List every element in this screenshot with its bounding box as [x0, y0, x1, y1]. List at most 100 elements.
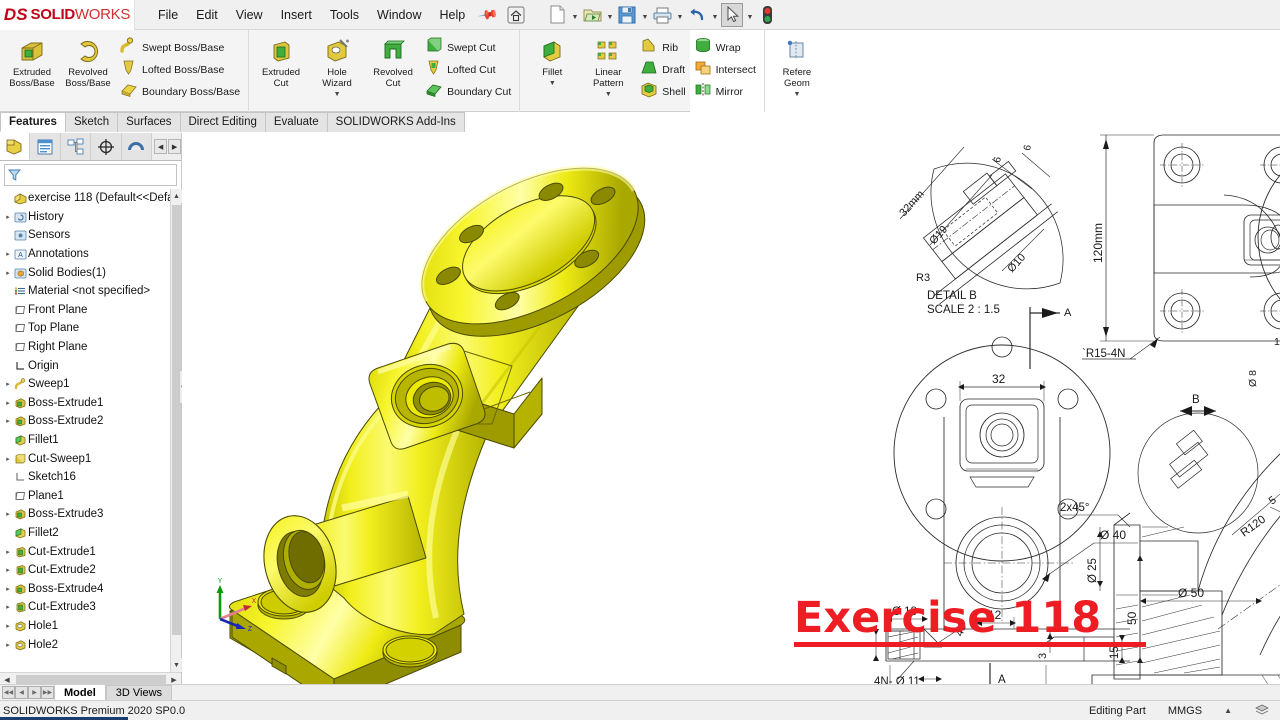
select-tool-dropdown[interactable]: ▼ [744, 3, 755, 27]
boundary-cut-button[interactable]: Boundary Cut [421, 81, 515, 103]
tree-item-solid-bodies[interactable]: ▸ Solid Bodies(1) [0, 263, 181, 282]
expander-cut-extrude3[interactable]: ▸ [3, 603, 13, 611]
tree-item-history[interactable]: ▸ History [0, 208, 181, 227]
linear-pattern-dropdown[interactable]: ▼ [605, 91, 612, 98]
home-button[interactable] [502, 1, 530, 29]
feature-manager-tab[interactable] [0, 133, 31, 160]
expander-boss-extrude2[interactable]: ▸ [3, 417, 13, 425]
display-manager-tab[interactable] [121, 133, 153, 160]
sheet-tab-3dviews[interactable]: 3D Views [105, 684, 173, 701]
tab-surfaces[interactable]: Surfaces [117, 112, 181, 132]
tree-item-origin[interactable]: Origin [0, 356, 181, 375]
expander-hole2[interactable]: ▸ [3, 641, 13, 649]
manager-tab-prev[interactable]: ◀ [154, 139, 168, 154]
save-document-button[interactable] [616, 3, 638, 27]
swept-cut-button[interactable]: Swept Cut [421, 37, 515, 59]
reference-geometry-button[interactable]: Refere Geom ▼ [769, 33, 825, 98]
select-tool-button[interactable] [721, 2, 744, 27]
expander-boss-extrude4[interactable]: ▸ [3, 585, 13, 593]
extruded-cut-button[interactable]: Extruded Cut [253, 33, 309, 89]
undo-button[interactable] [686, 3, 708, 27]
tab-evaluate[interactable]: Evaluate [264, 112, 328, 132]
sheet-tab-model[interactable]: Model [54, 684, 106, 701]
tree-item-sketch16[interactable]: Sketch16 [0, 468, 181, 487]
pin-icon[interactable]: 📌 [477, 3, 500, 25]
tree-item-fillet1[interactable]: Fillet1 [0, 431, 181, 450]
tree-item-hole2[interactable]: ▸ Hole2 [0, 635, 181, 654]
tree-root-node[interactable]: exercise 118 (Default<<Defa ▲ [0, 189, 181, 208]
hole-wizard-button[interactable]: Hole Wizard ▼ [309, 33, 365, 98]
tree-scroll-up[interactable]: ▲ [171, 189, 182, 203]
tree-item-top-plane[interactable]: Top Plane [0, 319, 181, 338]
chevron-up-icon[interactable]: ▲ [1224, 706, 1232, 715]
lofted-boss-base-button[interactable]: Lofted Boss/Base [116, 59, 244, 81]
hole-wizard-dropdown[interactable]: ▼ [334, 91, 341, 98]
expander-solid-bodies[interactable]: ▸ [3, 269, 13, 277]
tree-item-boss-extrude1[interactable]: ▸ Boss-Extrude1 [0, 394, 181, 413]
undo-dropdown[interactable]: ▼ [709, 3, 720, 27]
swept-boss-base-button[interactable]: Swept Boss/Base [116, 37, 244, 59]
extruded-boss-base-button[interactable]: Extruded Boss/Base [4, 33, 60, 89]
revolved-cut-button[interactable]: Revolved Cut [365, 33, 421, 89]
tree-item-plane1[interactable]: Plane1 [0, 487, 181, 506]
tree-item-boss-extrude2[interactable]: ▸ Boss-Extrude2 [0, 412, 181, 431]
tree-item-hole1[interactable]: ▸ Hole1 [0, 617, 181, 636]
save-document-dropdown[interactable]: ▼ [639, 3, 650, 27]
tree-item-front-plane[interactable]: Front Plane [0, 301, 181, 320]
expander-annotations[interactable]: ▸ [3, 250, 13, 258]
open-document-dropdown[interactable]: ▼ [604, 3, 615, 27]
tree-scroll-thumb[interactable] [172, 205, 181, 635]
configuration-manager-tab[interactable] [60, 133, 92, 160]
expander-cut-extrude1[interactable]: ▸ [3, 548, 13, 556]
part-3d-model[interactable] [212, 133, 712, 686]
expander-cut-extrude2[interactable]: ▸ [3, 566, 13, 574]
draft-button[interactable]: Draft [636, 59, 689, 81]
tree-item-boss-extrude4[interactable]: ▸ Boss-Extrude4 [0, 579, 181, 598]
feature-tree-vertical-scrollbar[interactable]: ▲ ▼ [170, 189, 182, 672]
lofted-cut-button[interactable]: Lofted Cut [421, 59, 515, 81]
tree-item-sensors[interactable]: Sensors [0, 226, 181, 245]
new-document-dropdown[interactable]: ▼ [569, 3, 580, 27]
tree-item-sweep1[interactable]: ▸ Sweep1 [0, 375, 181, 394]
tree-item-fillet2[interactable]: Fillet2 [0, 524, 181, 543]
manager-tab-next[interactable]: ▶ [168, 139, 182, 154]
menu-edit[interactable]: Edit [187, 4, 227, 26]
intersect-button[interactable]: Intersect [690, 59, 760, 81]
menu-view[interactable]: View [227, 4, 272, 26]
tree-hscroll-thumb[interactable] [16, 674, 166, 685]
linear-pattern-button[interactable]: Linear Pattern ▼ [580, 33, 636, 98]
units-label[interactable]: MMGS [1168, 705, 1202, 717]
menu-tools[interactable]: Tools [321, 4, 368, 26]
expander-history[interactable]: ▸ [3, 213, 13, 221]
sheet-nav-prev[interactable]: ◀ [15, 686, 28, 699]
expander-boss-extrude1[interactable]: ▸ [3, 399, 13, 407]
tree-scroll-down[interactable]: ▼ [171, 658, 182, 672]
feature-tree-filter[interactable] [4, 164, 177, 186]
rebuild-status-button[interactable] [756, 3, 778, 27]
tree-item-cut-extrude2[interactable]: ▸ Cut-Extrude2 [0, 561, 181, 580]
tree-item-cut-extrude3[interactable]: ▸ Cut-Extrude3 [0, 598, 181, 617]
tree-item-annotations[interactable]: ▸ A Annotations [0, 245, 181, 264]
sheet-nav-last[interactable]: ▶▶ [41, 686, 54, 699]
wrap-button[interactable]: Wrap [690, 37, 760, 59]
rib-button[interactable]: Rib [636, 37, 689, 59]
revolved-boss-base-button[interactable]: Revolved Boss/Base [60, 33, 116, 89]
menu-help[interactable]: Help [431, 4, 475, 26]
menu-window[interactable]: Window [368, 4, 430, 26]
tab-direct-editing[interactable]: Direct Editing [179, 112, 266, 132]
tree-item-right-plane[interactable]: Right Plane [0, 338, 181, 357]
fillet-dropdown[interactable]: ▼ [549, 80, 556, 87]
fillet-button[interactable]: Fillet ▼ [524, 33, 580, 87]
print-document-button[interactable] [651, 3, 673, 27]
new-document-button[interactable] [546, 3, 568, 27]
property-manager-tab[interactable] [30, 133, 61, 160]
tab-solidworks-addins[interactable]: SOLIDWORKS Add-Ins [326, 112, 465, 132]
expander-hole1[interactable]: ▸ [3, 622, 13, 630]
open-document-button[interactable] [581, 3, 603, 27]
tab-features[interactable]: Features [0, 112, 66, 132]
expander-boss-extrude3[interactable]: ▸ [3, 510, 13, 518]
sheet-nav-first[interactable]: ◀◀ [2, 686, 15, 699]
print-document-dropdown[interactable]: ▼ [674, 3, 685, 27]
dimxpert-manager-tab[interactable] [91, 133, 122, 160]
boundary-boss-base-button[interactable]: Boundary Boss/Base [116, 81, 244, 103]
